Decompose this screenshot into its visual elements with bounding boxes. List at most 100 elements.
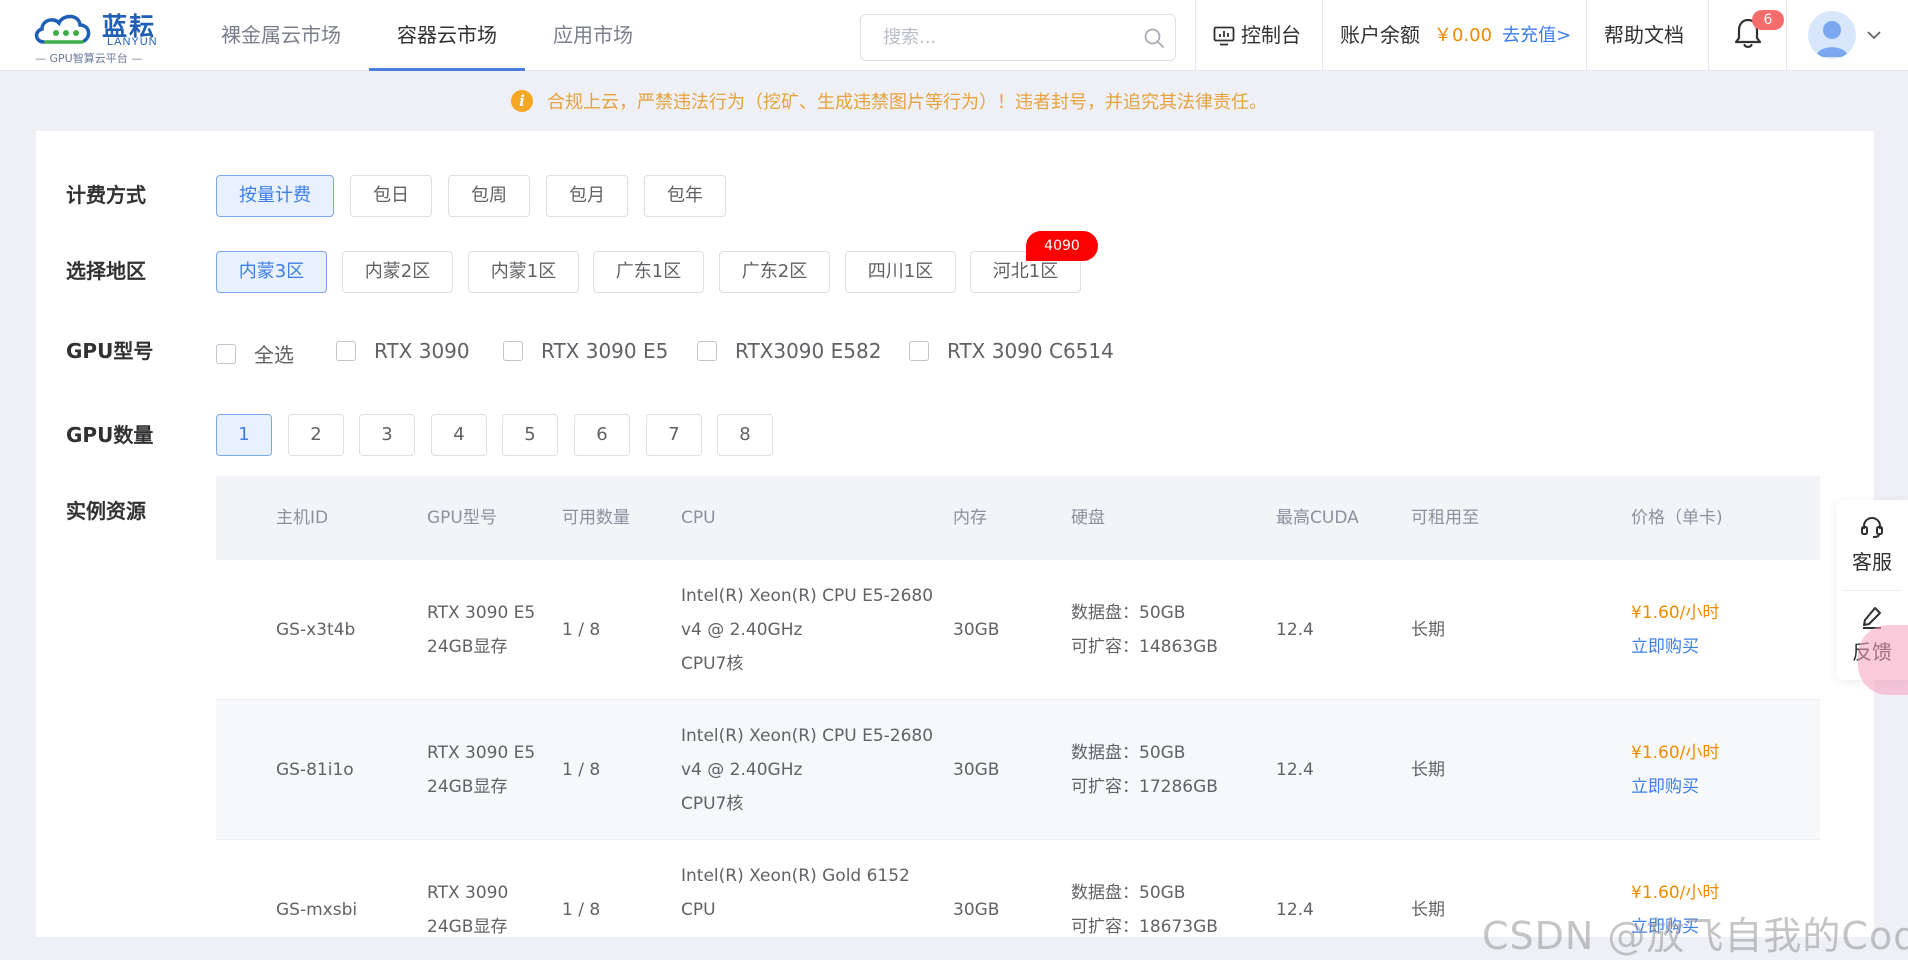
region-option[interactable]: 四川1区 xyxy=(845,251,956,293)
help-docs-link[interactable]: 帮助文档 xyxy=(1604,0,1684,71)
checkbox-box xyxy=(697,341,717,361)
cuda-version: 12.4 xyxy=(1276,620,1314,640)
gpu-count-option[interactable]: 5 xyxy=(502,414,558,456)
recharge-link[interactable]: 去充值> xyxy=(1502,0,1571,71)
billing-option-yearly[interactable]: 包年 xyxy=(644,175,726,217)
region-option[interactable]: 内蒙2区 xyxy=(342,251,453,293)
rent-until: 长期 xyxy=(1411,620,1445,640)
rent-until: 长期 xyxy=(1411,900,1445,920)
header-divider xyxy=(1586,0,1587,71)
notification-count-badge: 6 xyxy=(1752,10,1784,30)
nav-bare-metal[interactable]: 裸金属云市场 xyxy=(193,0,369,71)
region-option[interactable]: 广东2区 xyxy=(719,251,830,293)
search-input[interactable] xyxy=(861,15,1121,60)
gpu-count-option[interactable]: 1 xyxy=(216,414,272,456)
gpu-model: RTX 3090 E5 24GB显存 xyxy=(427,743,536,797)
console-label: 控制台 xyxy=(1241,23,1301,47)
nav-app-market[interactable]: 应用市场 xyxy=(525,0,661,71)
column-header-available: 可用数量 xyxy=(562,508,630,528)
gpu-model-checkbox[interactable]: RTX 3090 E5 xyxy=(503,339,668,363)
billing-option-monthly[interactable]: 包月 xyxy=(546,175,628,217)
console-link[interactable]: 控制台 xyxy=(1213,0,1301,71)
cpu-spec: Intel(R) Xeon(R) CPU E5-2680 v4 @ 2.40GHz… xyxy=(681,726,934,814)
header-divider xyxy=(1322,0,1323,71)
disk: 数据盘：50GB 可扩容：17286GB xyxy=(1071,743,1218,797)
checkbox-label: RTX 3090 xyxy=(374,339,470,363)
instance-table: 主机ID GPU型号 可用数量 CPU 内存 硬盘 最高CUDA 可租用至 价格… xyxy=(216,476,1820,937)
header-divider xyxy=(1786,0,1787,71)
column-header-cuda: 最高CUDA xyxy=(1276,508,1359,528)
gpu-model-checkbox[interactable]: RTX 3090 xyxy=(336,339,470,363)
column-header-memory: 内存 xyxy=(953,508,987,528)
search-box xyxy=(860,14,1176,61)
billing-option-weekly[interactable]: 包周 xyxy=(448,175,530,217)
cuda-version: 12.4 xyxy=(1276,900,1314,920)
user-avatar[interactable] xyxy=(1808,11,1856,59)
brand-logo[interactable]: 蓝耘 LANYUN — GPU智算云平台 — xyxy=(30,6,165,65)
column-header-price: 价格（单卡) xyxy=(1631,508,1723,528)
gpu-model: RTX 3090 E5 24GB显存 xyxy=(427,603,536,657)
price: ¥1.60/小时 xyxy=(1631,603,1720,623)
notice-text: 合规上云，严禁违法行为（挖矿、生成违禁图片等行为）！违者封号，并追究其法律责任。 xyxy=(547,92,1267,113)
compliance-notice: i 合规上云，严禁违法行为（挖矿、生成违禁图片等行为）！违者封号，并追究其法律责… xyxy=(0,88,1908,114)
checkbox-label: RTX 3090 E5 xyxy=(541,339,669,363)
column-header-host-id: 主机ID xyxy=(276,508,329,528)
region-option[interactable]: 内蒙3区 xyxy=(216,251,327,293)
billing-option-daily[interactable]: 包日 xyxy=(350,175,432,217)
gpu-model: RTX 3090 24GB显存 xyxy=(427,883,509,937)
market-panel: 计费方式 按量计费 包日 包周 包月 包年 选择地区 内蒙3区 内蒙2区 内蒙1… xyxy=(36,131,1874,937)
checkbox-label: RTX 3090 C6514 xyxy=(947,339,1114,363)
available-count: 1 / 8 xyxy=(562,620,601,640)
checkbox-box xyxy=(216,343,236,364)
buy-now-button[interactable]: 立即购买 xyxy=(1631,630,1699,664)
gpu-model-checkbox[interactable]: RTX3090 E582 xyxy=(697,339,881,363)
memory: 30GB xyxy=(953,760,1000,780)
table-row: GS-81i1o RTX 3090 E5 24GB显存 1 / 8 Intel(R… xyxy=(216,700,1820,840)
disk: 数据盘：50GB 可扩容：18673GB xyxy=(1071,883,1218,937)
table-row: GS-x3t4b RTX 3090 E5 24GB显存 1 / 8 Intel(R… xyxy=(216,560,1820,700)
region-hot-badge: 4090 xyxy=(1026,231,1098,261)
headset-icon xyxy=(1861,516,1883,538)
available-count: 1 / 8 xyxy=(562,900,601,920)
balance-amount: ￥0.00 xyxy=(1434,25,1493,46)
billing-option-hourly[interactable]: 按量计费 xyxy=(216,175,334,217)
warning-icon: i xyxy=(511,90,533,112)
region-option[interactable]: 广东1区 xyxy=(593,251,704,293)
gpu-count-option[interactable]: 7 xyxy=(646,414,702,456)
header-divider xyxy=(1195,0,1196,71)
brand-subtitle: — GPU智算云平台 — xyxy=(35,52,143,65)
search-icon[interactable] xyxy=(1143,27,1165,49)
gpu-model-checkbox[interactable]: RTX 3090 C6514 xyxy=(909,339,1114,363)
region-label: 选择地区 xyxy=(66,259,146,283)
rent-until: 长期 xyxy=(1411,760,1445,780)
balance-label: 账户余额 xyxy=(1340,23,1420,47)
user-icon xyxy=(1816,21,1848,57)
billing-label: 计费方式 xyxy=(66,183,146,207)
gpu-count-option[interactable]: 6 xyxy=(574,414,630,456)
gpu-model-checkbox-all[interactable]: 全选 xyxy=(216,339,294,368)
checkbox-label: 全选 xyxy=(254,343,294,367)
floating-pink-tab[interactable] xyxy=(1858,625,1908,695)
buy-now-button[interactable]: 立即购买 xyxy=(1631,770,1699,804)
column-header-cpu: CPU xyxy=(681,508,716,528)
account-balance: 账户余额 ￥0.00 去充值> xyxy=(1340,0,1571,71)
instances-label: 实例资源 xyxy=(66,499,146,523)
host-id: GS-mxsbi xyxy=(276,900,358,920)
chevron-down-icon[interactable] xyxy=(1865,26,1883,44)
nav-container-cloud[interactable]: 容器云市场 xyxy=(369,0,525,71)
header-divider xyxy=(1708,0,1709,71)
column-header-gpu-model: GPU型号 xyxy=(427,508,497,528)
checkbox-box xyxy=(503,341,523,361)
customer-service-label: 客服 xyxy=(1852,550,1892,574)
gpu-count-option[interactable]: 8 xyxy=(717,414,773,456)
host-id: GS-x3t4b xyxy=(276,620,356,640)
disk: 数据盘：50GB 可扩容：14863GB xyxy=(1071,603,1218,657)
gpu-count-option[interactable]: 3 xyxy=(359,414,415,456)
customer-service-button[interactable]: 客服 xyxy=(1836,514,1908,575)
cpu-spec: Intel(R) Xeon(R) CPU E5-2680 v4 @ 2.40GHz… xyxy=(681,586,934,674)
region-option[interactable]: 内蒙1区 xyxy=(468,251,579,293)
main-nav: 裸金属云市场 容器云市场 应用市场 xyxy=(193,0,661,71)
gpu-count-option[interactable]: 4 xyxy=(431,414,487,456)
gpu-count-option[interactable]: 2 xyxy=(288,414,344,456)
memory: 30GB xyxy=(953,900,1000,920)
